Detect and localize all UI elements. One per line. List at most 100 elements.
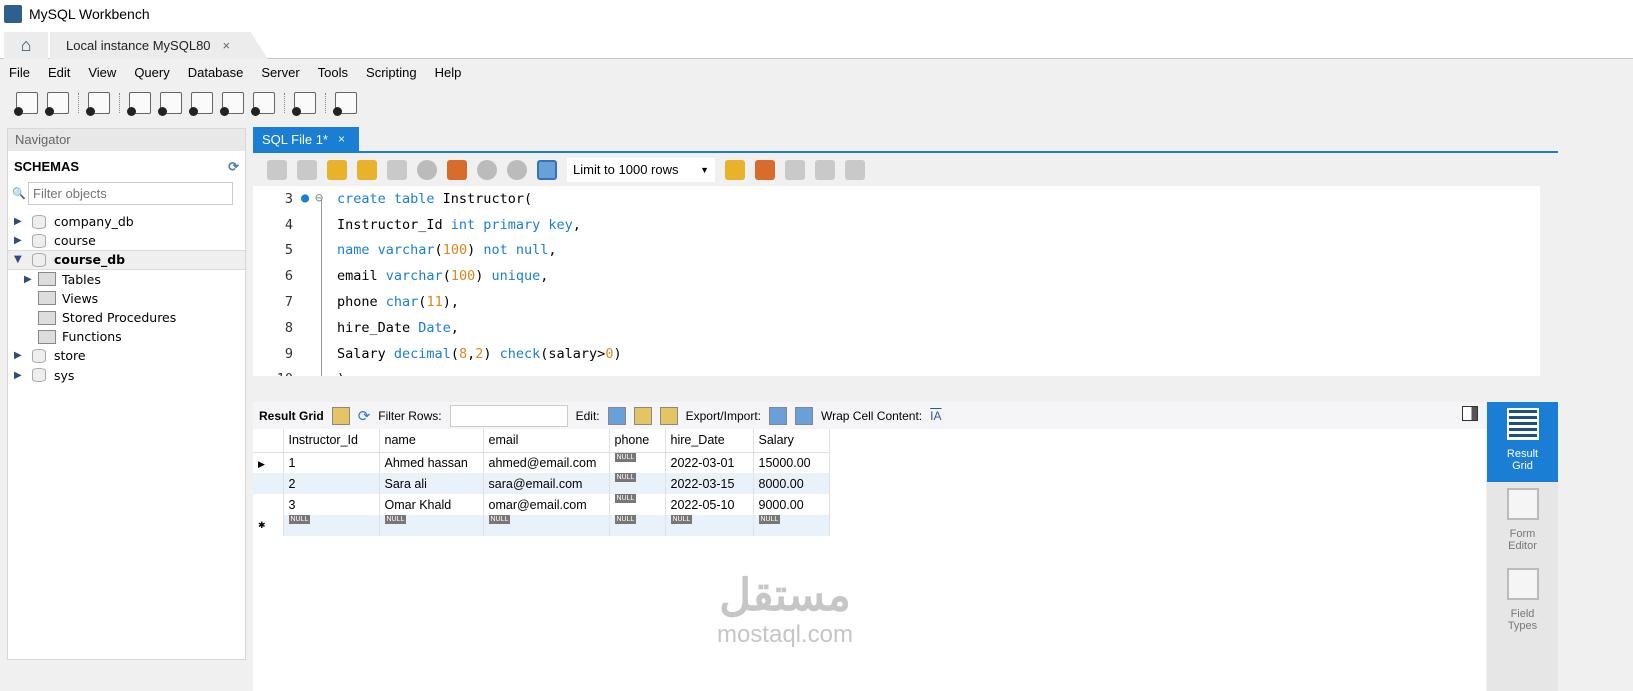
- tab-sql-file-1[interactable]: SQL File 1* ×: [253, 127, 359, 151]
- rollback-icon[interactable]: [507, 159, 527, 180]
- expand-arrow-icon[interactable]: ▶: [24, 274, 38, 285]
- cell-salary[interactable]: 8000.00: [753, 473, 830, 494]
- open-sql-script-icon[interactable]: [45, 92, 69, 116]
- result-grid-button[interactable]: Result Grid: [1487, 402, 1558, 482]
- create-function-icon[interactable]: [251, 92, 275, 116]
- invisible-chars-icon[interactable]: [815, 159, 835, 180]
- menu-file[interactable]: File: [9, 65, 30, 80]
- expand-arrow-icon[interactable]: ▶: [14, 216, 28, 227]
- create-table-icon[interactable]: [158, 92, 182, 116]
- cell-salary[interactable]: 15000.00: [753, 452, 830, 473]
- cell-email[interactable]: ahmed@email.com: [483, 452, 610, 473]
- cell-email[interactable]: sara@email.com: [483, 473, 610, 494]
- stop-icon[interactable]: [417, 159, 437, 180]
- edit-row-icon[interactable]: [607, 406, 626, 425]
- inspector-icon[interactable]: [86, 92, 110, 116]
- create-schema-icon[interactable]: [127, 92, 151, 116]
- cell-phone[interactable]: NULL: [609, 452, 666, 473]
- new-row-cell[interactable]: NULL: [283, 515, 380, 536]
- cell-name[interactable]: Omar Khald: [379, 494, 484, 515]
- menu-view[interactable]: View: [88, 65, 116, 80]
- beautify-icon[interactable]: [755, 159, 775, 180]
- row-selector[interactable]: [253, 473, 284, 494]
- column-header-name[interactable]: name: [379, 429, 484, 453]
- cell-hire_date[interactable]: 2022-03-15: [665, 473, 754, 494]
- schema-course[interactable]: ▶ course: [8, 231, 245, 250]
- column-header-phone[interactable]: phone: [609, 429, 666, 453]
- new-row-cell[interactable]: NULL: [665, 515, 754, 536]
- cell-email[interactable]: omar@email.com: [483, 494, 610, 515]
- schema-sys[interactable]: ▶ sys: [8, 366, 245, 385]
- collapse-arrow-icon[interactable]: ▼: [14, 254, 28, 265]
- refresh-icon[interactable]: ⟳: [358, 407, 371, 425]
- menu-database[interactable]: Database: [188, 65, 244, 80]
- tree-item-tables[interactable]: ▶ Tables: [8, 270, 245, 289]
- cell-name[interactable]: Ahmed hassan: [379, 452, 484, 473]
- new-row-cell[interactable]: NULL: [753, 515, 830, 536]
- new-sql-tab-icon[interactable]: [14, 92, 38, 116]
- fold-toggle-icon[interactable]: ⊖: [315, 190, 323, 206]
- refresh-icon[interactable]: ⟳: [228, 159, 239, 175]
- reconnect-icon[interactable]: [333, 92, 357, 116]
- row-selector[interactable]: [253, 494, 284, 515]
- menu-edit[interactable]: Edit: [48, 65, 70, 80]
- home-tab[interactable]: ⌂: [4, 32, 48, 59]
- wrap-text-icon[interactable]: IA: [930, 409, 941, 423]
- schema-course_db[interactable]: ▼ course_db: [8, 250, 245, 270]
- toggle-side-panel-icon[interactable]: [1462, 406, 1478, 421]
- tree-item-views[interactable]: Views: [8, 289, 245, 308]
- column-header-instructor_id[interactable]: Instructor_Id: [283, 429, 380, 453]
- tree-item-stored-procedures[interactable]: Stored Procedures: [8, 308, 245, 327]
- table-row[interactable]: 2 Sara ali sara@email.com NULL 2022-03-15 800…: [253, 473, 830, 494]
- table-row[interactable]: 3 Omar Khald omar@email.com NULL 2022-05-10 9…: [253, 494, 830, 515]
- export-icon[interactable]: [768, 406, 787, 425]
- column-header-email[interactable]: email: [483, 429, 610, 453]
- cell-hire_date[interactable]: 2022-03-01: [665, 452, 754, 473]
- autocommit-icon[interactable]: [537, 159, 557, 180]
- cell-instructor_id[interactable]: 2: [283, 473, 380, 494]
- new-row-cell[interactable]: NULL: [379, 515, 484, 536]
- filter-rows-input[interactable]: [449, 404, 568, 427]
- search-table-data-icon[interactable]: [292, 92, 316, 116]
- row-selector[interactable]: ▶: [253, 452, 284, 473]
- field-types-button[interactable]: Field Types: [1487, 562, 1558, 642]
- create-procedure-icon[interactable]: [220, 92, 244, 116]
- create-view-icon[interactable]: [189, 92, 213, 116]
- cell-phone[interactable]: NULL: [609, 494, 666, 515]
- word-wrap-icon[interactable]: [845, 159, 865, 180]
- menu-query[interactable]: Query: [134, 65, 169, 80]
- open-file-icon[interactable]: [267, 159, 287, 180]
- delete-row-icon[interactable]: [659, 406, 678, 425]
- expand-arrow-icon[interactable]: ▶: [14, 370, 28, 381]
- code-editor[interactable]: 3 ● ⊖ create table Instructor(4 Instructor_I…: [253, 186, 1540, 376]
- cell-phone[interactable]: NULL: [609, 473, 666, 494]
- expand-arrow-icon[interactable]: ▶: [14, 235, 28, 246]
- table-row[interactable]: ▶ 1 Ahmed hassan ahmed@email.com NULL 2022-03…: [253, 452, 830, 473]
- expand-arrow-icon[interactable]: ▶: [14, 350, 28, 361]
- toggle-error-icon[interactable]: [447, 159, 467, 180]
- close-icon[interactable]: ×: [338, 132, 345, 146]
- commit-icon[interactable]: [477, 159, 497, 180]
- form-editor-button[interactable]: Form Editor: [1487, 482, 1558, 562]
- toggle-columns-icon[interactable]: [331, 406, 350, 425]
- save-icon[interactable]: [297, 159, 317, 180]
- execute-statement-icon[interactable]: [357, 159, 377, 180]
- cell-instructor_id[interactable]: 1: [283, 452, 380, 473]
- new-row-cell[interactable]: NULL: [609, 515, 666, 536]
- cell-hire_date[interactable]: 2022-05-10: [665, 494, 754, 515]
- new-row-cell[interactable]: NULL: [483, 515, 610, 536]
- new-row[interactable]: ✱ NULL NULL NULL NULL NULL NULL: [253, 515, 830, 536]
- menu-server[interactable]: Server: [261, 65, 299, 80]
- cell-instructor_id[interactable]: 3: [283, 494, 380, 515]
- add-snippet-icon[interactable]: [725, 159, 745, 180]
- schema-company_db[interactable]: ▶ company_db: [8, 212, 245, 231]
- column-header-salary[interactable]: Salary: [753, 429, 830, 453]
- filter-objects-input[interactable]: [28, 182, 233, 205]
- column-header-hire_date[interactable]: hire_Date: [665, 429, 754, 453]
- menu-help[interactable]: Help: [435, 65, 462, 80]
- close-icon[interactable]: ×: [223, 38, 231, 53]
- menu-scripting[interactable]: Scripting: [366, 65, 417, 80]
- find-icon[interactable]: [785, 159, 805, 180]
- limit-rows-select[interactable]: Limit to 1000 rows ▼: [567, 157, 715, 182]
- schema-store[interactable]: ▶ store: [8, 346, 245, 365]
